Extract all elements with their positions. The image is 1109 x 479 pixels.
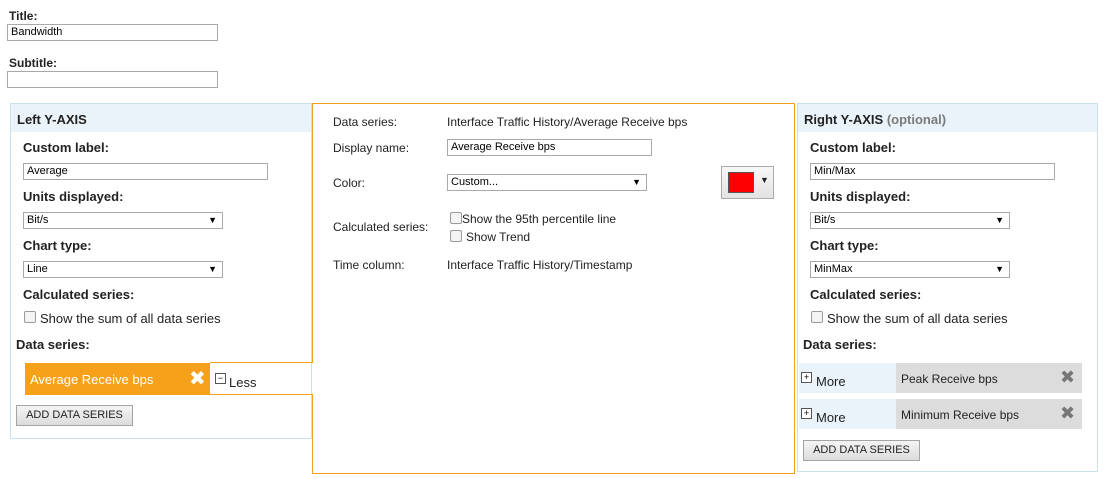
right-chart-type-heading: Chart type: [810,238,879,253]
left-series-toggle-label[interactable]: Less [229,375,256,390]
chevron-down-icon: ▼ [760,175,769,185]
right-chart-type-value: MinMax [814,263,853,275]
percentile-label: Show the 95th percentile line [462,212,617,226]
right-axis-title: Right Y-AXIS (optional) [804,112,946,127]
left-axis-title: Left Y-AXIS [17,112,87,127]
chevron-down-icon: ▼ [632,177,641,187]
right-axis-optional: (optional) [886,112,947,127]
expand-icon[interactable]: + [801,408,812,419]
left-axis-header: Left Y-AXIS [11,104,311,132]
color-picker-button[interactable]: ▼ [721,166,774,199]
left-data-series-heading: Data series: [16,337,90,352]
left-series-item-active[interactable]: Average Receive bps ✖ [25,363,210,395]
color-select[interactable]: Custom... ▼ [447,174,647,191]
right-series-name: Peak Receive bps [901,372,998,386]
right-series-toggle-label[interactable]: More [816,410,846,425]
panel-connector [312,362,314,394]
display-name-input[interactable]: Average Receive bps [447,139,652,156]
left-custom-label-input[interactable]: Average [23,163,268,180]
chevron-down-icon: ▼ [208,264,217,274]
percentile-checkbox[interactable] [450,212,462,224]
color-swatch [728,172,754,193]
right-sum-label: Show the sum of all data series [827,311,1008,326]
detail-color-label: Color: [333,176,366,190]
trend-checkbox[interactable] [450,230,462,242]
right-series-toggle-cell [799,399,896,429]
left-sum-checkbox[interactable] [24,311,36,323]
detail-time-label: Time column: [333,258,405,272]
detail-calculated-label: Calculated series: [333,220,429,234]
color-select-value: Custom... [451,176,499,188]
left-chart-type-select[interactable]: Line ▼ [23,261,223,278]
series-details-panel [312,103,795,474]
right-units-select[interactable]: Bit/s ▼ [810,212,1010,229]
right-custom-label-heading: Custom label: [810,140,896,155]
right-add-data-series-button[interactable]: ADD DATA SERIES [803,440,920,461]
left-custom-label-heading: Custom label: [23,140,109,155]
left-units-select[interactable]: Bit/s ▼ [23,212,223,229]
subtitle-label: Subtitle: [9,56,57,70]
detail-display-name-label: Display name: [333,141,410,155]
expand-icon[interactable]: + [801,372,812,383]
left-calculated-heading: Calculated series: [23,287,135,302]
left-chart-type-heading: Chart type: [23,238,92,253]
left-add-data-series-button[interactable]: ADD DATA SERIES [16,405,133,426]
collapse-icon[interactable]: − [215,373,226,384]
close-icon[interactable]: ✖ [1060,367,1075,388]
right-data-series-heading: Data series: [803,337,877,352]
right-custom-label-input[interactable]: Min/Max [810,163,1055,180]
subtitle-input[interactable] [7,71,218,88]
left-chart-type-value: Line [27,263,48,275]
right-series-item[interactable]: Peak Receive bps ✖ [896,363,1082,393]
right-axis-header: Right Y-AXIS (optional) [798,104,1097,132]
left-units-heading: Units displayed: [23,189,124,204]
left-units-value: Bit/s [27,214,49,226]
right-series-name: Minimum Receive bps [901,408,1020,422]
right-chart-type-select[interactable]: MinMax ▼ [810,261,1010,278]
connector-top-line [210,362,313,363]
right-units-value: Bit/s [814,214,836,226]
detail-data-series-label: Data series: [333,115,398,129]
right-axis-title-text: Right Y-AXIS [804,112,884,127]
left-series-name: Average Receive bps [30,372,154,387]
right-sum-checkbox[interactable] [811,311,823,323]
left-sum-label: Show the sum of all data series [40,311,221,326]
right-units-heading: Units displayed: [810,189,911,204]
connector-bottom-line [210,394,313,395]
trend-label: Show Trend [466,230,531,244]
chevron-down-icon: ▼ [208,215,217,225]
close-icon[interactable]: ✖ [189,366,206,391]
detail-data-series-value: Interface Traffic History/Average Receiv… [447,115,688,129]
chevron-down-icon: ▼ [995,215,1004,225]
detail-time-value: Interface Traffic History/Timestamp [447,258,633,272]
right-series-toggle-label[interactable]: More [816,374,846,389]
right-series-toggle-cell [799,363,896,393]
right-calculated-heading: Calculated series: [810,287,922,302]
close-icon[interactable]: ✖ [1060,403,1075,424]
chevron-down-icon: ▼ [995,264,1004,274]
title-input[interactable]: Bandwidth [7,24,218,41]
title-label: Title: [9,9,38,23]
right-series-item[interactable]: Minimum Receive bps ✖ [896,399,1082,429]
